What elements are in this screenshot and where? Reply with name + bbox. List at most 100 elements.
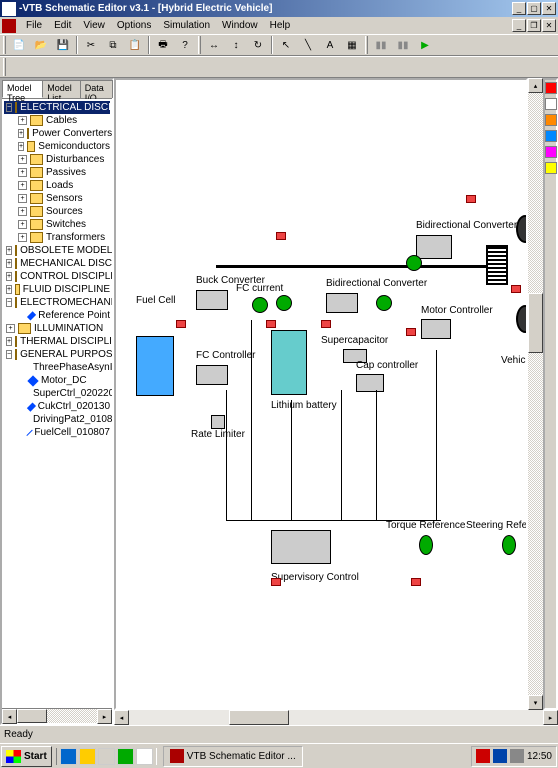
supervisory-control[interactable]: Supervisory Control xyxy=(271,530,359,583)
flip-v-button[interactable]: ↕ xyxy=(226,35,246,55)
tab-model-tree[interactable]: Model Tree xyxy=(2,80,43,98)
scroll-right-button[interactable]: ▸ xyxy=(97,709,112,724)
cut-button[interactable]: ✂ xyxy=(81,35,101,55)
tree-item[interactable]: +Sensors xyxy=(4,192,110,205)
ql-app-icon[interactable] xyxy=(136,748,153,765)
select-button[interactable]: ↖ xyxy=(276,35,296,55)
tree-item[interactable]: DrivingPat2_010807 xyxy=(4,413,110,426)
rate-limiter[interactable]: Rate Limiter xyxy=(191,415,245,440)
expand-icon[interactable]: + xyxy=(18,116,27,125)
tree-item[interactable]: +THERMAL DISCIPLINE xyxy=(4,335,110,348)
ql-ie-icon[interactable] xyxy=(60,748,77,765)
palette-button[interactable] xyxy=(545,130,557,142)
palette-button[interactable] xyxy=(545,146,557,158)
expand-icon[interactable]: + xyxy=(18,220,27,229)
current-sensor-4[interactable] xyxy=(406,255,422,271)
motor-controller[interactable]: Motor Controller xyxy=(421,305,493,339)
canvas-hscrollbar[interactable]: ◂ ▸ xyxy=(114,710,558,725)
expand-icon[interactable]: + xyxy=(18,129,24,138)
tree-item[interactable]: +Switches xyxy=(4,218,110,231)
schematic-canvas[interactable]: Fuel Cell Buck Converter FC current xyxy=(114,78,528,710)
expand-icon[interactable]: + xyxy=(18,233,27,242)
flip-h-button[interactable]: ↔ xyxy=(204,35,224,55)
new-button[interactable]: 📄 xyxy=(9,35,29,55)
collapse-icon[interactable]: − xyxy=(6,103,12,112)
tree-item[interactable]: Reference Point xyxy=(4,309,110,322)
current-sensor-2[interactable] xyxy=(276,295,292,311)
tree-item[interactable]: +FLUID DISCIPLINE xyxy=(4,283,110,296)
about-button[interactable]: ? xyxy=(175,35,195,55)
motor[interactable] xyxy=(486,245,508,285)
save-button[interactable]: 💾 xyxy=(53,35,73,55)
text-button[interactable]: A xyxy=(320,35,340,55)
tree-item[interactable]: +ILLUMINATION xyxy=(4,322,110,335)
copy-button[interactable]: ⧉ xyxy=(103,35,123,55)
expand-icon[interactable]: + xyxy=(6,285,12,294)
fuel-cell[interactable]: Fuel Cell xyxy=(136,295,175,396)
tree-item[interactable]: FuelCell_010807 xyxy=(4,426,110,439)
menu-simulation[interactable]: Simulation xyxy=(157,18,216,33)
menu-file[interactable]: File xyxy=(20,18,48,33)
scroll-thumb[interactable] xyxy=(17,709,47,723)
tree-item[interactable]: +Passives xyxy=(4,166,110,179)
clock[interactable]: 12:50 xyxy=(527,751,552,762)
run-button[interactable]: ▶ xyxy=(415,35,435,55)
pause-button[interactable]: ▮▮ xyxy=(393,35,413,55)
menu-window[interactable]: Window xyxy=(216,18,264,33)
maximize-button[interactable]: ▢ xyxy=(527,2,541,15)
minimize-button[interactable]: _ xyxy=(512,2,526,15)
expand-icon[interactable]: + xyxy=(6,324,15,333)
stop-button[interactable]: ▮▮ xyxy=(371,35,391,55)
menu-options[interactable]: Options xyxy=(111,18,157,33)
collapse-icon[interactable]: − xyxy=(6,350,12,359)
scroll-up-button[interactable]: ▴ xyxy=(528,78,543,93)
tree-item[interactable]: CukCtrl_020130 xyxy=(4,400,110,413)
collapse-icon[interactable]: − xyxy=(6,298,12,307)
start-button[interactable]: Start xyxy=(1,746,52,767)
tray-icon[interactable] xyxy=(476,749,490,763)
expand-icon[interactable]: + xyxy=(18,142,24,151)
toolbar-grip[interactable] xyxy=(3,58,6,76)
cap-controller[interactable]: Cap controller xyxy=(356,360,418,392)
expand-icon[interactable]: + xyxy=(18,207,27,216)
steering-reference[interactable]: Steering Reference xyxy=(466,520,528,559)
palette-button[interactable] xyxy=(545,98,557,110)
ql-outlook-icon[interactable] xyxy=(79,748,96,765)
toolbar-grip[interactable] xyxy=(365,36,368,54)
expand-icon[interactable]: + xyxy=(18,181,27,190)
wheel-front[interactable] xyxy=(516,215,528,243)
paste-button[interactable]: 📋 xyxy=(125,35,145,55)
palette-button[interactable] xyxy=(545,114,557,126)
tree-item[interactable]: −GENERAL PURPOSE xyxy=(4,348,110,361)
tree-item[interactable]: +Disturbances xyxy=(4,153,110,166)
grid-button[interactable]: ▦ xyxy=(342,35,362,55)
menu-view[interactable]: View xyxy=(77,18,111,33)
scroll-thumb[interactable] xyxy=(229,710,289,725)
palette-button[interactable] xyxy=(545,82,557,94)
tree-item[interactable]: +Transformers xyxy=(4,231,110,244)
wheel-rear[interactable] xyxy=(516,305,528,333)
tray-icon[interactable] xyxy=(510,749,524,763)
tree-item[interactable]: +Loads xyxy=(4,179,110,192)
tree-item[interactable]: SuperCtrl_020220 xyxy=(4,387,110,400)
tree-item[interactable]: −ELECTROMECHANICAL xyxy=(4,296,110,309)
toolbar-grip[interactable] xyxy=(3,36,6,54)
expand-icon[interactable]: + xyxy=(18,168,27,177)
tree-item[interactable]: +CONTROL DISCIPLINE xyxy=(4,270,110,283)
toolbar-grip[interactable] xyxy=(198,36,201,54)
tab-data-io[interactable]: Data I/O xyxy=(80,80,113,98)
expand-icon[interactable]: + xyxy=(6,246,12,255)
tree-item[interactable]: +MECHANICAL DISCIPLINE xyxy=(4,257,110,270)
model-tree[interactable]: −ELECTRICAL DISCIPLINE+Cables+Power Conv… xyxy=(2,99,112,708)
tree-item[interactable]: +Power Converters xyxy=(4,127,110,140)
bidirectional-converter-2[interactable]: Bidirectional Converter 2 xyxy=(416,220,526,259)
scroll-left-button[interactable]: ◂ xyxy=(114,710,129,725)
ql-desktop-icon[interactable] xyxy=(98,748,115,765)
tab-model-list[interactable]: Model List xyxy=(42,80,80,98)
mdi-minimize-button[interactable]: _ xyxy=(512,19,526,32)
wire-button[interactable]: ╲ xyxy=(298,35,318,55)
ql-app-icon[interactable] xyxy=(117,748,134,765)
expand-icon[interactable]: + xyxy=(6,272,12,281)
fc-controller[interactable]: FC Controller xyxy=(196,350,255,385)
expand-icon[interactable]: + xyxy=(18,194,27,203)
